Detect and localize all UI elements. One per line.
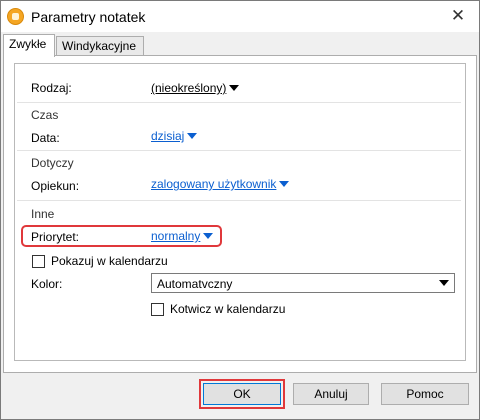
- title-bar: Parametry notatek ✕: [1, 1, 479, 32]
- data-dropdown[interactable]: dzisiaj: [151, 129, 198, 143]
- priorytet-label: Priorytet:: [31, 230, 80, 244]
- pokazuj-w-kalendarzu-checkbox[interactable]: [32, 255, 45, 268]
- chevron-down-icon: [439, 280, 449, 286]
- dropdown-button[interactable]: [436, 274, 452, 292]
- kotwicz-w-kalendarzu-label[interactable]: Kotwicz w kalendarzu: [170, 302, 285, 316]
- opiekun-label: Opiekun:: [31, 179, 80, 193]
- notes-app-icon: [7, 8, 24, 25]
- section-inne: Inne: [31, 207, 55, 221]
- divider: [17, 200, 461, 201]
- parametry-notatek-dialog: Parametry notatek ✕ Zwykłe Windykacyjne …: [0, 0, 480, 420]
- rodzaj-value: (nieokreślony): [151, 81, 227, 95]
- opiekun-value: zalogowany użytkownik: [151, 177, 277, 191]
- data-label: Data:: [31, 131, 60, 145]
- rodzaj-label: Rodzaj:: [31, 81, 72, 95]
- cancel-button[interactable]: Anuluj: [293, 383, 369, 405]
- priorytet-value: normalny: [151, 229, 201, 243]
- tab-windykacyjne[interactable]: Windykacyjne: [56, 36, 144, 56]
- tab-zwykle[interactable]: Zwykłe: [3, 34, 55, 57]
- kolor-select[interactable]: Automatvczny: [151, 273, 455, 293]
- form-group-box: [14, 63, 466, 361]
- chevron-down-icon: [187, 133, 198, 139]
- kolor-label: Kolor:: [31, 277, 63, 291]
- chevron-down-icon: [229, 85, 240, 91]
- priorytet-dropdown[interactable]: normalny: [151, 229, 214, 243]
- window-title: Parametry notatek: [31, 9, 146, 25]
- kolor-value: Automatvczny: [157, 277, 233, 291]
- close-icon: ✕: [450, 6, 466, 26]
- kotwicz-w-kalendarzu-checkbox[interactable]: [151, 303, 164, 316]
- rodzaj-dropdown[interactable]: (nieokreślony): [151, 81, 240, 95]
- chevron-down-icon: [203, 233, 214, 239]
- chevron-down-icon: [279, 181, 290, 187]
- opiekun-dropdown[interactable]: zalogowany użytkownik: [151, 177, 290, 191]
- section-dotyczy: Dotyczy: [31, 156, 74, 170]
- close-button[interactable]: ✕: [443, 3, 473, 29]
- ok-button[interactable]: OK: [203, 383, 281, 405]
- divider: [17, 102, 461, 103]
- divider: [17, 150, 461, 151]
- section-czas: Czas: [31, 108, 59, 122]
- help-button[interactable]: Pomoc: [381, 383, 469, 405]
- pokazuj-w-kalendarzu-label[interactable]: Pokazuj w kalendarzu: [51, 254, 168, 268]
- data-value: dzisiaj: [151, 129, 185, 143]
- dialog-footer: OK Anuluj Pomoc: [1, 373, 479, 419]
